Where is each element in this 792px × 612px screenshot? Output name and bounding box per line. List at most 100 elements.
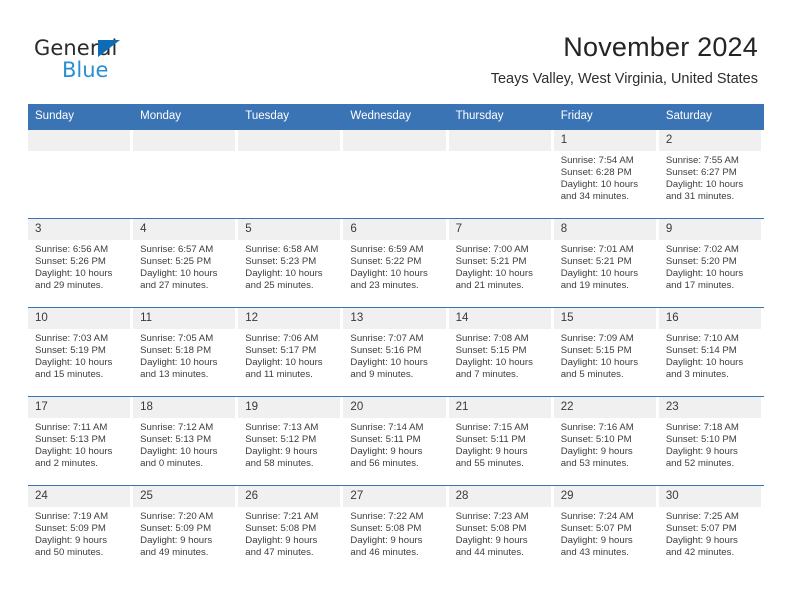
- daylight-text-line1: Daylight: 9 hours: [455, 446, 528, 458]
- day-number: 27: [343, 486, 446, 507]
- calendar-day-cell[interactable]: 27 Sunrise: 7:22 AM Sunset: 5:08 PM Dayligh…: [343, 485, 449, 574]
- day-details: Sunrise: 7:54 AM Sunset: 6:28 PM Daylight:…: [554, 151, 659, 203]
- calendar-day-cell[interactable]: 5 Sunrise: 6:58 AM Sunset: 5:23 PM Daylight…: [238, 218, 344, 308]
- daylight-text-line2: and 7 minutes.: [455, 369, 519, 381]
- calendar-day-cell[interactable]: 2 Sunrise: 7:55 AM Sunset: 6:27 PM Daylight…: [658, 129, 764, 219]
- calendar-day-cell[interactable]: 30 Sunrise: 7:25 AM Sunset: 5:07 PM Dayligh…: [658, 485, 764, 574]
- sunset-text: Sunset: 5:16 PM: [350, 345, 422, 357]
- sunrise-text: Sunrise: 7:21 AM: [245, 511, 319, 522]
- day-details: Sunrise: 6:59 AM Sunset: 5:22 PM Daylight:…: [343, 240, 448, 292]
- calendar-day-cell[interactable]: 10 Sunrise: 7:03 AM Sunset: 5:19 PM Dayligh…: [28, 307, 134, 397]
- day-number: 23: [658, 397, 761, 418]
- day-details: Sunrise: 7:11 AM Sunset: 5:13 PM Daylight:…: [28, 418, 133, 470]
- day-number: 24: [28, 486, 131, 507]
- day-number: 18: [133, 397, 236, 418]
- day-details: Sunrise: 7:12 AM Sunset: 5:13 PM Daylight:…: [133, 418, 238, 470]
- day-details: Sunrise: 7:22 AM Sunset: 5:08 PM Daylight:…: [343, 507, 448, 559]
- day-number: 10: [28, 308, 131, 329]
- brand-blue-text: Blue: [62, 58, 109, 82]
- day-details: Sunrise: 7:25 AM Sunset: 5:07 PM Daylight:…: [659, 507, 764, 559]
- weekday-header-saturday: Saturday: [658, 104, 764, 130]
- day-details: Sunrise: 7:13 AM Sunset: 5:12 PM Daylight:…: [238, 418, 343, 470]
- calendar-day-cell[interactable]: 24 Sunrise: 7:19 AM Sunset: 5:09 PM Dayligh…: [28, 485, 134, 574]
- calendar-day-cell[interactable]: 26 Sunrise: 7:21 AM Sunset: 5:08 PM Dayligh…: [238, 485, 344, 574]
- daylight-text-line1: Daylight: 10 hours: [35, 268, 113, 280]
- sunrise-text: Sunrise: 7:19 AM: [35, 511, 109, 522]
- day-number: 2: [658, 130, 761, 151]
- day-details: Sunrise: 7:02 AM Sunset: 5:20 PM Daylight:…: [659, 240, 764, 292]
- sunset-text: Sunset: 5:15 PM: [455, 345, 527, 357]
- daylight-text-line1: Daylight: 9 hours: [665, 535, 738, 547]
- calendar-day-cell[interactable]: 6 Sunrise: 6:59 AM Sunset: 5:22 PM Daylight…: [343, 218, 449, 308]
- sunset-text: Sunset: 5:07 PM: [560, 523, 632, 535]
- sunrise-text: Sunrise: 7:00 AM: [455, 244, 529, 255]
- calendar-day-cell[interactable]: 12 Sunrise: 7:06 AM Sunset: 5:17 PM Dayligh…: [238, 307, 344, 397]
- daylight-text-line2: and 43 minutes.: [560, 547, 629, 559]
- daylight-text-line2: and 29 minutes.: [35, 280, 104, 292]
- calendar-day-cell[interactable]: 20 Sunrise: 7:14 AM Sunset: 5:11 PM Dayligh…: [343, 396, 449, 486]
- weekday-header-tuesday: Tuesday: [238, 104, 344, 130]
- day-number: 6: [343, 219, 446, 240]
- daylight-text-line1: Daylight: 9 hours: [665, 446, 738, 458]
- weekday-header-friday: Friday: [553, 104, 659, 130]
- day-number: 11: [133, 308, 236, 329]
- calendar-day-cell[interactable]: 28 Sunrise: 7:23 AM Sunset: 5:08 PM Dayligh…: [448, 485, 554, 574]
- sunset-text: Sunset: 5:26 PM: [35, 256, 106, 268]
- day-details: Sunrise: 7:06 AM Sunset: 5:17 PM Daylight:…: [238, 329, 343, 381]
- day-number: [28, 130, 131, 151]
- sunrise-text: Sunrise: 7:05 AM: [140, 333, 214, 344]
- calendar-day-cell[interactable]: 9 Sunrise: 7:02 AM Sunset: 5:20 PM Daylight…: [658, 218, 764, 308]
- daylight-text-line1: Daylight: 9 hours: [350, 446, 423, 458]
- daylight-text-line1: Daylight: 10 hours: [140, 446, 218, 458]
- sunset-text: Sunset: 5:08 PM: [455, 523, 527, 535]
- sunset-text: Sunset: 5:13 PM: [140, 434, 212, 446]
- day-details: Sunrise: 6:56 AM Sunset: 5:26 PM Daylight:…: [28, 240, 133, 292]
- sunrise-text: Sunrise: 7:08 AM: [455, 333, 529, 344]
- calendar-day-cell[interactable]: 29 Sunrise: 7:24 AM Sunset: 5:07 PM Dayligh…: [553, 485, 659, 574]
- calendar-day-cell[interactable]: 25 Sunrise: 7:20 AM Sunset: 5:09 PM Dayligh…: [133, 485, 239, 574]
- calendar-day-cell[interactable]: 4 Sunrise: 6:57 AM Sunset: 5:25 PM Daylight…: [133, 218, 239, 308]
- daylight-text-line1: Daylight: 9 hours: [350, 535, 423, 547]
- calendar-day-cell[interactable]: 17 Sunrise: 7:11 AM Sunset: 5:13 PM Dayligh…: [28, 396, 134, 486]
- calendar-day-cell[interactable]: 3 Sunrise: 6:56 AM Sunset: 5:26 PM Daylight…: [28, 218, 134, 308]
- calendar-day-cell[interactable]: 19 Sunrise: 7:13 AM Sunset: 5:12 PM Dayligh…: [238, 396, 344, 486]
- calendar-day-cell[interactable]: 21 Sunrise: 7:15 AM Sunset: 5:11 PM Dayligh…: [448, 396, 554, 486]
- day-details: Sunrise: 7:08 AM Sunset: 5:15 PM Daylight:…: [449, 329, 554, 381]
- calendar-day-cell[interactable]: 18 Sunrise: 7:12 AM Sunset: 5:13 PM Dayligh…: [133, 396, 239, 486]
- sunset-text: Sunset: 6:28 PM: [560, 167, 632, 179]
- calendar-day-cell[interactable]: 15 Sunrise: 7:09 AM Sunset: 5:15 PM Dayligh…: [553, 307, 659, 397]
- calendar-day-cell[interactable]: 14 Sunrise: 7:08 AM Sunset: 5:15 PM Dayligh…: [448, 307, 554, 397]
- calendar-day-cell[interactable]: 1 Sunrise: 7:54 AM Sunset: 6:28 PM Daylight…: [553, 129, 659, 219]
- sunset-text: Sunset: 5:07 PM: [665, 523, 737, 535]
- day-number: 22: [553, 397, 656, 418]
- daylight-text-line2: and 13 minutes.: [140, 369, 209, 381]
- sunrise-text: Sunrise: 7:54 AM: [560, 155, 634, 166]
- calendar-day-cell[interactable]: 23 Sunrise: 7:18 AM Sunset: 5:10 PM Dayligh…: [658, 396, 764, 486]
- calendar-day-cell-empty: [238, 129, 344, 219]
- daylight-text-line1: Daylight: 10 hours: [245, 357, 323, 369]
- sunset-text: Sunset: 5:08 PM: [350, 523, 422, 535]
- brand-triangle-icon: [98, 40, 120, 57]
- page-title: November 2024: [563, 32, 758, 62]
- day-number: 13: [343, 308, 446, 329]
- day-number: [343, 130, 446, 151]
- sunset-text: Sunset: 5:23 PM: [245, 256, 317, 268]
- calendar-day-cell[interactable]: 16 Sunrise: 7:10 AM Sunset: 5:14 PM Dayligh…: [658, 307, 764, 397]
- day-details: Sunrise: 7:01 AM Sunset: 5:21 PM Daylight:…: [554, 240, 659, 292]
- day-details: Sunrise: 7:21 AM Sunset: 5:08 PM Daylight:…: [238, 507, 343, 559]
- weekday-header-thursday: Thursday: [448, 104, 554, 130]
- sunset-text: Sunset: 5:20 PM: [665, 256, 737, 268]
- sunrise-text: Sunrise: 7:03 AM: [35, 333, 109, 344]
- calendar-day-cell-empty: [133, 129, 239, 219]
- daylight-text-line2: and 42 minutes.: [665, 547, 735, 559]
- sunrise-text: Sunrise: 7:18 AM: [665, 422, 739, 433]
- day-number: 1: [553, 130, 656, 151]
- calendar-day-cell[interactable]: 22 Sunrise: 7:16 AM Sunset: 5:10 PM Dayligh…: [553, 396, 659, 486]
- calendar-day-cell[interactable]: 13 Sunrise: 7:07 AM Sunset: 5:16 PM Dayligh…: [343, 307, 449, 397]
- calendar-day-cell[interactable]: 7 Sunrise: 7:00 AM Sunset: 5:21 PM Daylight…: [448, 218, 554, 308]
- calendar-day-cell[interactable]: 11 Sunrise: 7:05 AM Sunset: 5:18 PM Dayligh…: [133, 307, 239, 397]
- daylight-text-line1: Daylight: 10 hours: [665, 179, 744, 191]
- day-details: Sunrise: 7:07 AM Sunset: 5:16 PM Daylight:…: [343, 329, 448, 381]
- calendar-day-cell[interactable]: 8 Sunrise: 7:01 AM Sunset: 5:21 PM Daylight…: [553, 218, 659, 308]
- daylight-text-line1: Daylight: 10 hours: [350, 268, 428, 280]
